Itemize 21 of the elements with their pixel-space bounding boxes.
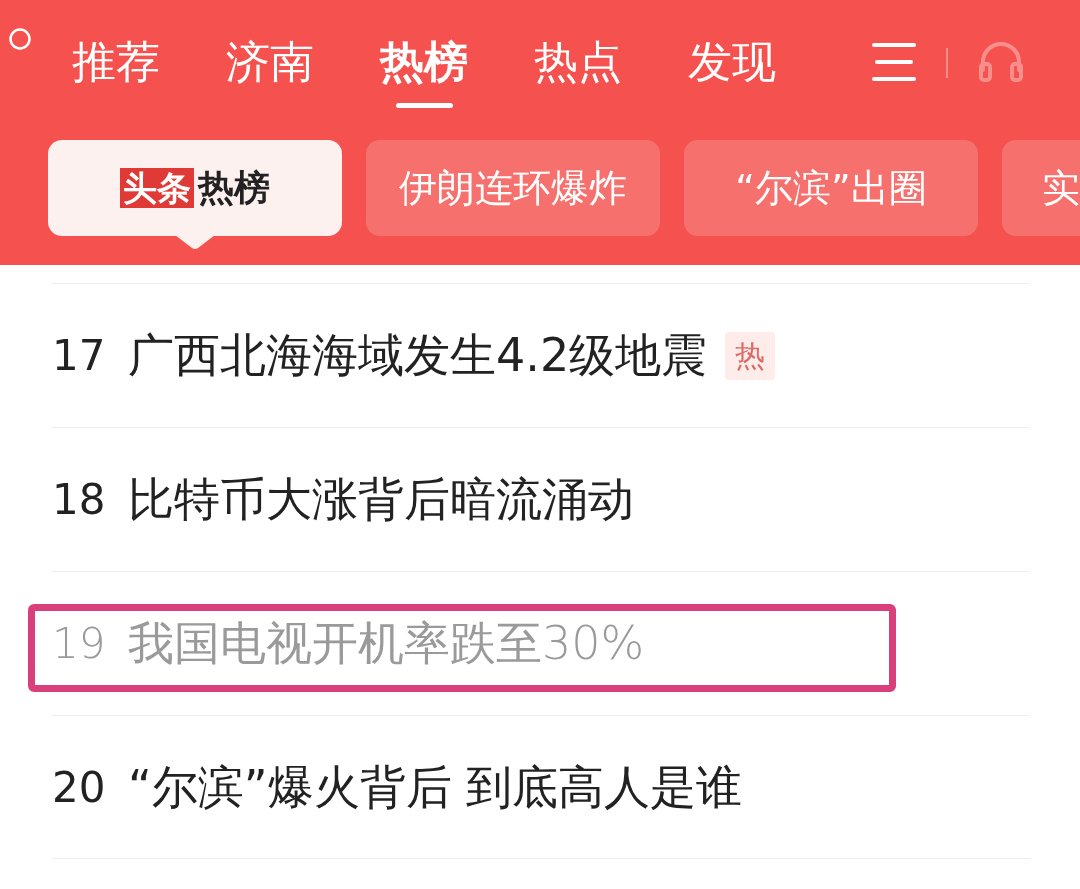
headline-text[interactable]: 比特币大涨背后暗流涌动 xyxy=(128,465,634,534)
rank-number: 19 xyxy=(52,618,107,670)
topic-tab[interactable]: “尔滨”出圈 xyxy=(684,140,978,236)
ring-icon xyxy=(8,27,32,51)
headline-text[interactable]: 我国电视开机率跌至30% xyxy=(128,609,645,678)
hot-badge: 热 xyxy=(725,331,776,380)
channel-tab[interactable]: 热榜 xyxy=(380,0,468,108)
topic-tab[interactable]: 实 xyxy=(1002,140,1080,236)
pointer-icon xyxy=(175,235,215,250)
rank-number: 20 xyxy=(52,761,107,814)
rank-number: 18 xyxy=(52,474,107,526)
headline-text[interactable]: “尔滨”爆火背后 到底高人是谁 xyxy=(128,752,743,822)
channel-tab[interactable]: 发现 xyxy=(688,0,776,108)
channel-tab[interactable]: 推荐 xyxy=(72,0,160,108)
channel-tab[interactable]: 济南 xyxy=(226,0,314,108)
menu-icon[interactable] xyxy=(872,42,916,82)
channel-tab[interactable]: 热点 xyxy=(534,0,622,108)
rank-number: 17 xyxy=(52,330,107,382)
hot-list-tab[interactable]: 头条 热榜 xyxy=(48,140,342,236)
headline-text[interactable]: 广西北海海域发生4.2级地震 xyxy=(128,321,708,390)
topic-tab[interactable]: 伊朗连环爆炸 xyxy=(366,140,660,236)
